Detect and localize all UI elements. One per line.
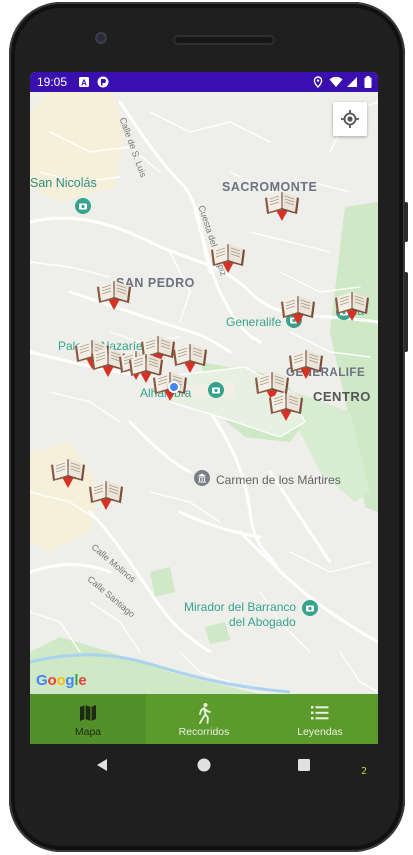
power-button: [404, 272, 408, 352]
camera-poi-icon[interactable]: [208, 382, 224, 398]
battery-icon: [364, 76, 372, 88]
legend-marker[interactable]: [94, 277, 134, 311]
location-icon: [313, 76, 323, 88]
google-logo: Google: [36, 672, 87, 689]
poi-label-mirador-line2: del Abogado: [229, 615, 296, 629]
camera-poi-icon[interactable]: [75, 198, 91, 214]
signal-icon: [347, 77, 357, 87]
a-icon: A: [79, 77, 89, 88]
legend-marker[interactable]: [332, 288, 372, 322]
recents-icon[interactable]: [296, 757, 312, 773]
corner-indicator: 2: [361, 766, 368, 777]
my-location-button[interactable]: [333, 102, 367, 136]
wifi-icon: [329, 76, 343, 87]
nav-label-recorridos: Recorridos: [178, 726, 230, 738]
area-label-centro: CENTRO: [313, 389, 371, 404]
back-icon[interactable]: [94, 757, 110, 773]
legend-marker[interactable]: [86, 477, 126, 511]
svg-text:A: A: [81, 79, 87, 88]
current-location-dot: [168, 381, 180, 393]
place-label-san-nicolas: San Nicolás: [30, 176, 97, 190]
map-icon: [80, 705, 96, 721]
nav-item-leyendas[interactable]: Leyendas: [262, 694, 378, 744]
legend-marker[interactable]: [266, 388, 306, 422]
poi-label-mirador-line1: Mirador del Barranco: [184, 600, 297, 614]
google-logo-letter: G: [36, 672, 48, 689]
legend-marker[interactable]: [278, 292, 318, 326]
front-camera: [95, 32, 107, 44]
legend-marker[interactable]: [208, 240, 248, 274]
legend-marker[interactable]: [286, 346, 326, 380]
home-icon[interactable]: [196, 757, 212, 773]
status-time: 19:05: [37, 75, 68, 89]
p-icon: [97, 76, 109, 88]
volume-button: [404, 202, 408, 242]
walking-icon: [199, 703, 211, 724]
map-view[interactable]: Calle de S. Luis San Nicolás SACROMONTE …: [30, 92, 378, 694]
my-location-icon: [341, 110, 359, 128]
status-bar: 19:05 A: [30, 72, 378, 92]
legend-marker[interactable]: [48, 455, 88, 489]
nav-item-recorridos[interactable]: Recorridos: [146, 694, 262, 744]
nav-label-leyendas: Leyendas: [297, 726, 343, 738]
list-icon: [311, 706, 329, 720]
bottom-navigation: Mapa Recorridos Leyendas: [30, 694, 378, 744]
legend-marker[interactable]: [262, 188, 302, 222]
museum-poi-icon[interactable]: [194, 470, 210, 486]
screen: 19:05 A Calle de S. Luis San Nicolás SAC…: [30, 72, 378, 744]
nav-label-mapa: Mapa: [74, 726, 102, 738]
camera-poi-icon[interactable]: [302, 600, 318, 616]
system-navigation-bar: [30, 744, 378, 788]
nav-item-mapa[interactable]: Mapa: [30, 694, 146, 744]
poi-label-carmen-martires: Carmen de los Mártires: [216, 473, 341, 487]
google-logo-letter: e: [78, 672, 87, 689]
earpiece-speaker: [173, 35, 275, 45]
poi-label-generalife: Generalife: [226, 315, 282, 329]
